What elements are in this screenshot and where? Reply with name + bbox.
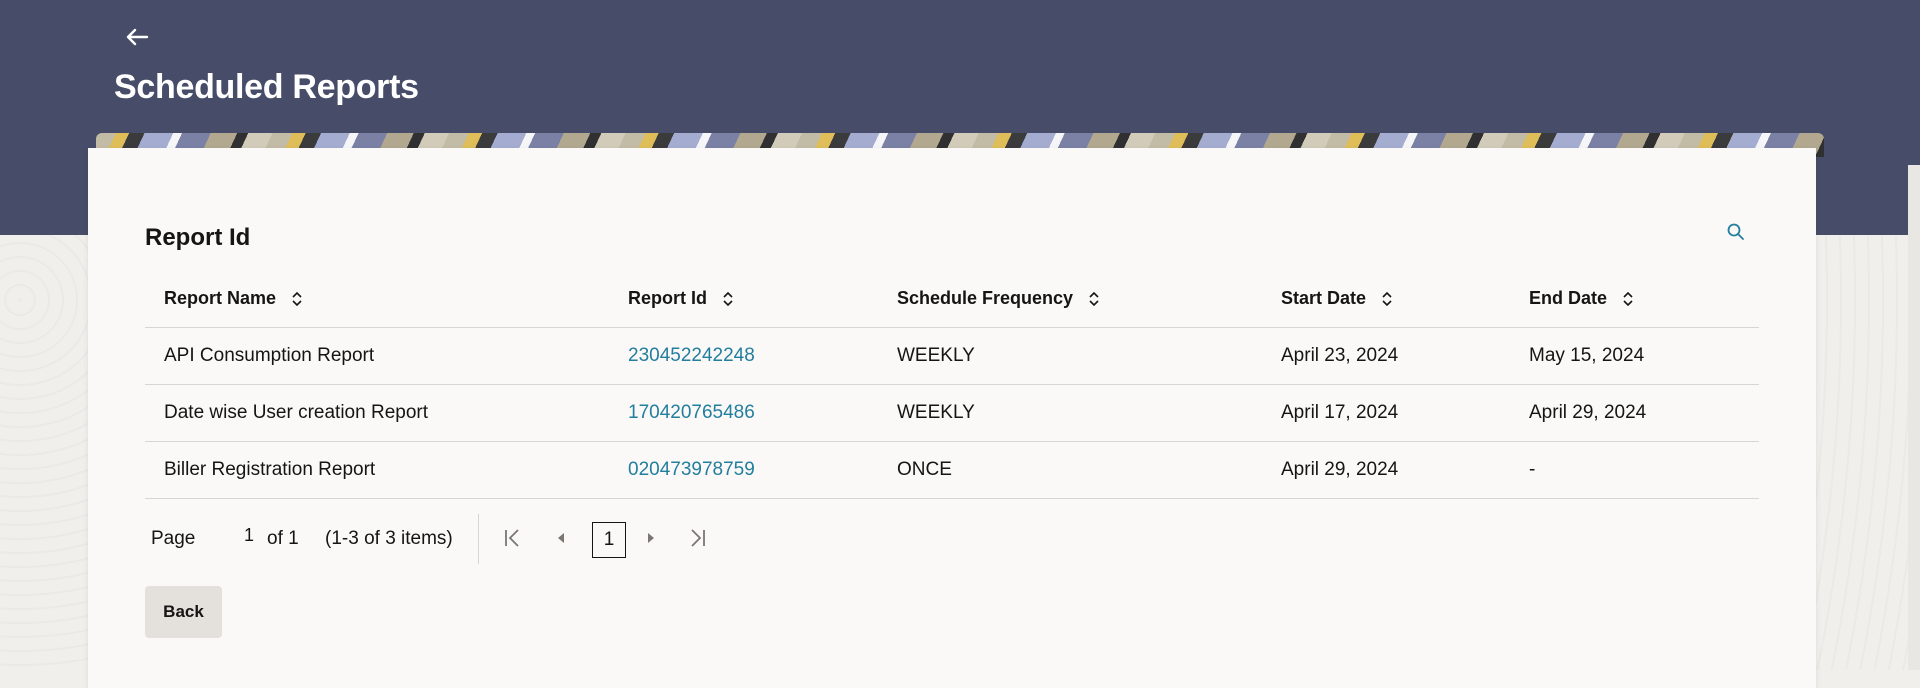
first-page-icon[interactable] [500,526,524,550]
frequency-cell: WEEKLY [878,384,1262,442]
start-date-cell: April 17, 2024 [1262,384,1510,442]
scrollbar-track[interactable] [1908,165,1920,670]
report-name-cell: Biller Registration Report [145,441,609,499]
sort-icon[interactable] [291,290,303,308]
search-icon[interactable] [1726,222,1746,242]
start-date-cell: April 29, 2024 [1262,441,1510,499]
items-count-label: (1-3 of 3 items) [325,528,453,549]
table-header-row: Report Name Report Id Schedule Frequency… [145,270,1759,328]
frequency-cell: ONCE [878,441,1262,499]
end-date-cell: April 29, 2024 [1510,384,1759,442]
next-page-icon[interactable] [639,526,663,550]
previous-page-icon[interactable] [549,526,573,550]
column-header-end-date[interactable]: End Date [1510,270,1759,328]
end-date-cell: - [1510,441,1759,499]
frequency-cell: WEEKLY [878,327,1262,385]
back-button[interactable]: Back [145,586,222,638]
last-page-icon[interactable] [686,526,710,550]
column-header-label: Report Id [628,288,707,308]
pagination-bar: Page of 1 (1-3 of 3 items) 1 [145,508,845,568]
table-row: API Consumption Report 230452242248 WEEK… [145,327,1759,385]
back-arrow-icon[interactable] [122,22,152,52]
end-date-cell: May 15, 2024 [1510,327,1759,385]
page-label: Page [151,528,196,549]
column-header-start-date[interactable]: Start Date [1262,270,1510,328]
column-header-label: End Date [1529,288,1608,308]
sort-icon[interactable] [1622,290,1634,308]
start-date-cell: April 23, 2024 [1262,327,1510,385]
report-id-link[interactable]: 020473978759 [628,459,755,480]
column-header-label: Start Date [1281,288,1367,308]
page-button-1[interactable]: 1 [592,522,626,558]
report-id-link[interactable]: 170420765486 [628,402,755,423]
sort-icon[interactable] [1381,290,1393,308]
scheduled-reports-table: Report Name Report Id Schedule Frequency… [145,270,1759,499]
section-title: Report Id [145,224,251,251]
table-row: Biller Registration Report 020473978759 … [145,441,1759,499]
column-header-report-id[interactable]: Report Id [609,270,878,328]
column-header-label: Report Name [164,288,277,308]
table-row: Date wise User creation Report 170420765… [145,384,1759,442]
column-header-label: Schedule Frequency [897,288,1074,308]
pagination-divider [478,514,479,564]
sort-icon[interactable] [722,290,734,308]
sort-icon[interactable] [1088,290,1100,308]
current-page-input[interactable] [227,522,271,548]
report-name-cell: API Consumption Report [145,327,609,385]
column-header-report-name[interactable]: Report Name [145,270,609,328]
report-id-link[interactable]: 230452242248 [628,345,755,366]
page-title: Scheduled Reports [114,68,419,106]
column-header-schedule-frequency[interactable]: Schedule Frequency [878,270,1262,328]
report-name-cell: Date wise User creation Report [145,384,609,442]
page-count-label: of 1 [267,528,299,549]
